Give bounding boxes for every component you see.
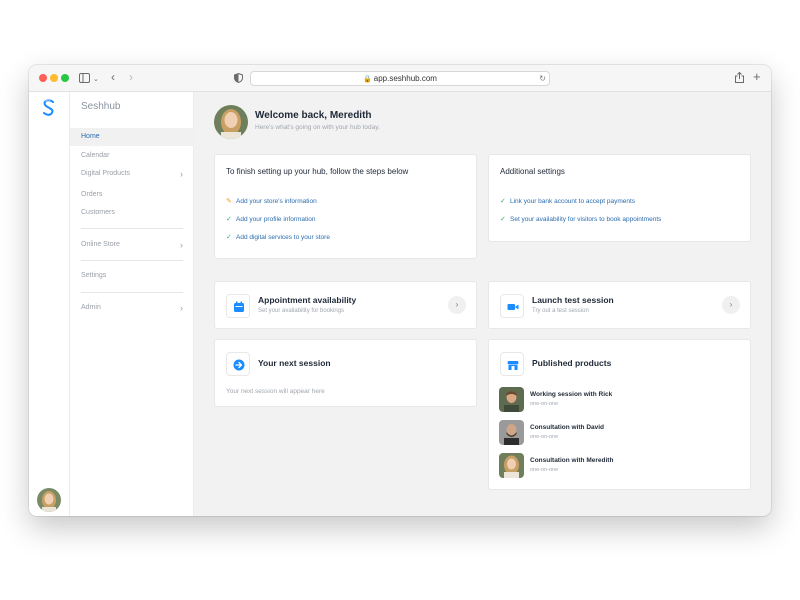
- step-label: Add your profile information: [236, 216, 316, 223]
- main-content: Welcome back, Meredith Here's what's goi…: [194, 92, 771, 516]
- product-thumbnail-david[interactable]: [499, 420, 524, 445]
- url-text: app.seshhub.com: [373, 74, 437, 83]
- product-type: one-on-one: [530, 467, 559, 473]
- setting-link-bank[interactable]: ✓ Link your bank account to accept paymen…: [500, 197, 635, 205]
- address-bar[interactable]: 🔒 app.seshhub.com ↻: [250, 71, 550, 86]
- sidebar-item-label: Admin: [81, 304, 101, 311]
- calendar-icon: [226, 294, 250, 318]
- product-name[interactable]: Consultation with Meredith: [530, 457, 613, 464]
- check-icon: ✓: [500, 216, 506, 223]
- sidebar-item-digital-products[interactable]: Digital Products ›: [70, 165, 194, 183]
- sidebar-item-label: Online Store: [81, 241, 120, 248]
- product-name[interactable]: Working session with Rick: [530, 391, 612, 398]
- product-type: one-on-one: [530, 401, 559, 407]
- setting-availability[interactable]: ✓ Set your availability for visitors to b…: [500, 215, 661, 223]
- arrow-right-circle-icon: [226, 352, 250, 376]
- sidebar-divider: [81, 292, 183, 293]
- published-title: Published products: [532, 358, 612, 368]
- step-label: Add digital services to your store: [236, 234, 330, 241]
- sidebar-item-calendar[interactable]: Calendar: [70, 147, 194, 165]
- product-thumbnail-rick[interactable]: [499, 387, 524, 412]
- sidebar-item-admin[interactable]: Admin ›: [70, 299, 194, 317]
- launch-open-button[interactable]: ›: [722, 296, 740, 314]
- next-session-title: Your next session: [258, 358, 331, 368]
- sidebar-item-customers[interactable]: Customers: [70, 204, 194, 222]
- page-subtitle: Here's what's going on with your hub tod…: [255, 124, 380, 131]
- setup-steps-card: To finish setting up your hub, follow th…: [214, 154, 477, 259]
- check-icon: ✓: [500, 198, 506, 205]
- browser-window: ⌄ ‹ › 🔒 app.seshhub.com ↻ + Seshhub Home…: [29, 65, 771, 516]
- appointment-open-button[interactable]: ›: [448, 296, 466, 314]
- setup-step-store-info[interactable]: ✎ Add your store's information: [226, 197, 317, 205]
- launch-title: Launch test session: [532, 295, 614, 305]
- step-label: Add your store's information: [236, 198, 317, 205]
- sidebar-item-home[interactable]: Home: [70, 128, 194, 146]
- chevron-right-icon: ›: [180, 303, 183, 313]
- step-label: Link your bank account to accept payment…: [510, 198, 636, 205]
- seshhub-logo-icon[interactable]: [41, 98, 57, 117]
- appointment-title: Appointment availability: [258, 295, 357, 305]
- appointment-subtitle: Set your availability for bookings: [258, 308, 345, 314]
- browser-toolbar: ⌄ ‹ › 🔒 app.seshhub.com ↻ +: [29, 65, 771, 92]
- additional-card-title: Additional settings: [500, 167, 565, 176]
- sidebar-item-orders[interactable]: Orders: [70, 186, 194, 204]
- check-icon: ✓: [226, 216, 232, 223]
- icon-rail: [29, 92, 70, 516]
- brand-name: Seshhub: [81, 101, 121, 112]
- setup-card-title: To finish setting up your hub, follow th…: [226, 167, 409, 176]
- sidebar-item-online-store[interactable]: Online Store ›: [70, 236, 194, 254]
- sidebar-item-label: Home: [81, 133, 100, 140]
- step-label: Set your availability for visitors to bo…: [510, 216, 662, 223]
- chevron-right-icon: ›: [180, 240, 183, 250]
- chevron-down-icon[interactable]: ⌄: [93, 74, 99, 85]
- pencil-icon: ✎: [226, 198, 232, 205]
- setup-step-digital-services[interactable]: ✓ Add digital services to your store: [226, 233, 330, 241]
- product-thumbnail-meredith[interactable]: [499, 453, 524, 478]
- sidebar-nav: Seshhub Home Calendar Digital Products › …: [70, 92, 194, 516]
- sidebar-item-label: Digital Products: [81, 170, 131, 177]
- additional-settings-card: Additional settings ✓ Link your bank acco…: [488, 154, 751, 242]
- product-name[interactable]: Consultation with David: [530, 424, 604, 431]
- profile-avatar: [214, 105, 248, 139]
- product-type: one-on-one: [530, 434, 559, 440]
- chevron-right-icon: ›: [180, 169, 183, 179]
- privacy-shield-icon[interactable]: [234, 72, 243, 86]
- check-icon: ✓: [226, 234, 232, 241]
- new-tab-icon[interactable]: +: [753, 70, 761, 83]
- next-session-placeholder: Your next session will appear here: [226, 388, 325, 395]
- zoom-window-button[interactable]: [61, 74, 69, 82]
- store-icon: [500, 352, 524, 376]
- next-session-card: Your next session Your next session will…: [214, 339, 477, 407]
- share-icon[interactable]: [735, 71, 744, 86]
- appointment-availability-card[interactable]: Appointment availability Set your availa…: [214, 281, 477, 329]
- sidebar-toggle-icon[interactable]: [79, 73, 90, 86]
- minimize-window-button[interactable]: [50, 74, 58, 82]
- published-products-card: Published products Working session with …: [488, 339, 751, 490]
- setup-step-profile-info[interactable]: ✓ Add your profile information: [226, 215, 316, 223]
- back-icon[interactable]: ‹: [111, 71, 115, 83]
- sidebar-divider: [81, 260, 183, 261]
- forward-icon[interactable]: ›: [129, 71, 133, 83]
- sidebar-item-label: Settings: [81, 272, 107, 279]
- user-avatar[interactable]: [37, 488, 61, 512]
- sidebar-item-label: Calendar: [81, 152, 110, 159]
- lock-icon: 🔒: [363, 76, 372, 83]
- sidebar-item-label: Orders: [81, 191, 103, 198]
- reload-icon[interactable]: ↻: [539, 72, 546, 85]
- sidebar-item-settings[interactable]: Settings: [70, 267, 194, 285]
- launch-test-session-card[interactable]: Launch test session Try out a test sessi…: [488, 281, 751, 329]
- page-title: Welcome back, Meredith: [255, 110, 372, 121]
- sidebar-divider: [81, 228, 183, 229]
- close-window-button[interactable]: [39, 74, 47, 82]
- launch-subtitle: Try out a test session: [532, 308, 589, 314]
- video-icon: [500, 294, 524, 318]
- sidebar-item-label: Customers: [81, 209, 115, 216]
